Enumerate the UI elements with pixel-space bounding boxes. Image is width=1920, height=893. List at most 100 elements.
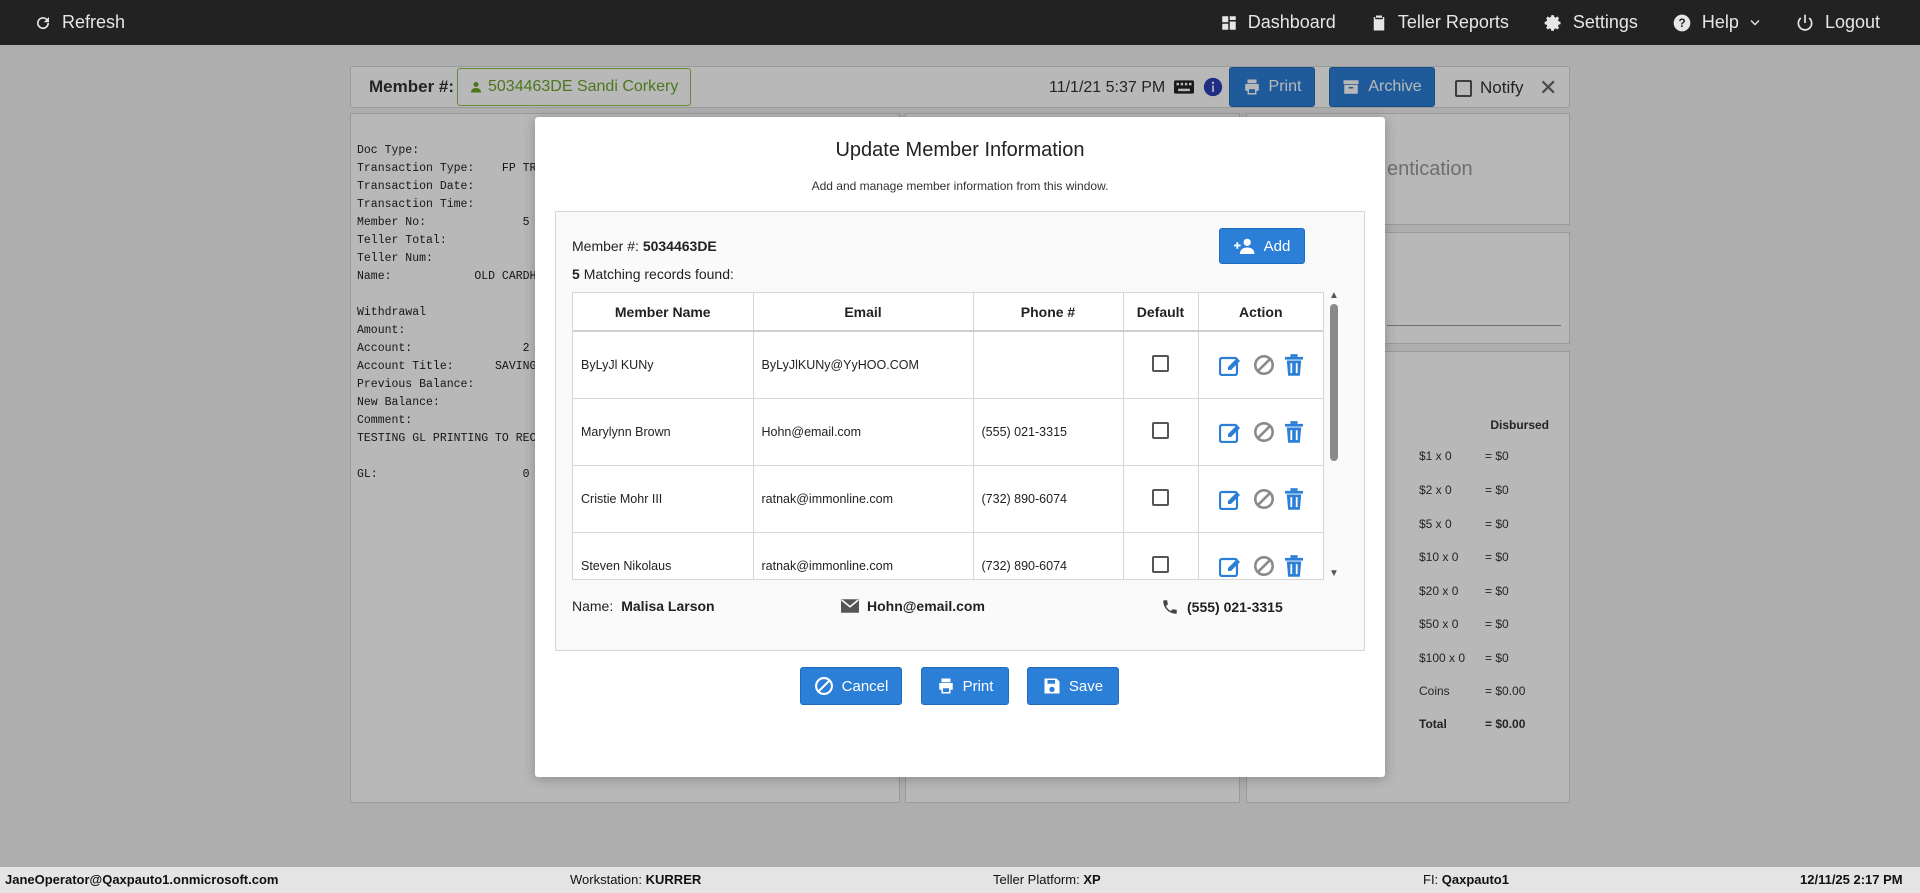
default-checkbox[interactable] [1152,354,1169,372]
records-table: Member Name Email Phone # Default Action… [573,293,1323,579]
cell-member-name: Cristie Mohr III [573,465,754,533]
table-row[interactable]: Cristie Mohr III ratnak@immonline.com (7… [573,465,1323,533]
help-circle-icon: ? [1673,14,1691,31]
member-number: Member #: 5034463DE [572,238,717,254]
edit-icon[interactable] [1218,421,1243,443]
help-menu[interactable]: ? Help [1672,12,1761,33]
power-icon [1797,14,1813,31]
column-header[interactable]: Action [1198,293,1323,332]
record-count-text: Matching records found: [583,266,734,282]
logout-link[interactable]: Logout [1795,12,1880,33]
settings-link[interactable]: Settings [1543,12,1638,33]
cancel-button[interactable]: Cancel [800,667,902,705]
cell-phone: (732) 890-6074 [973,465,1124,533]
record-count-value: 5 [572,266,580,282]
status-fi-value: Qaxpauto1 [1441,872,1509,887]
selected-name-label: Name: [572,598,614,614]
column-header[interactable]: Email [753,293,974,332]
cell-default [1123,398,1199,466]
table-row[interactable]: Steven Nikolaus ratnak@immonline.com (73… [573,532,1323,579]
top-navigation-bar: Refresh Dashboard Teller Reports Setting… [0,0,1920,45]
cell-member-name: Steven Nikolaus [573,532,754,579]
cell-default [1123,532,1199,579]
disable-icon[interactable] [1253,421,1275,443]
cell-email: ratnak@immonline.com [753,465,974,533]
status-platform-label: Teller Platform: [993,872,1080,887]
status-bar: JaneOperator@Qaxpauto1.onmicrosoft.com W… [0,867,1920,893]
member-records-panel: Member #: 5034463DE 5 Matching records f… [555,211,1365,651]
default-checkbox[interactable] [1152,555,1169,573]
cell-phone: (732) 890-6074 [973,532,1124,579]
cell-member-name: ByLyJl KUNy [573,331,754,399]
edit-icon[interactable] [1218,488,1243,510]
selected-phone-value: (555) 021-3315 [1187,599,1283,615]
table-row[interactable]: ByLyJl KUNy ByLyJlKUNy@YyHOO.COM [573,331,1323,399]
trash-icon[interactable] [1284,353,1303,376]
status-workstation: Workstation: KURRER [570,872,701,887]
trash-icon[interactable] [1284,554,1303,577]
cancel-label: Cancel [841,677,889,695]
printer-icon [938,678,953,694]
trash-icon[interactable] [1284,487,1303,510]
teller-reports-link[interactable]: Teller Reports [1370,12,1509,33]
default-checkbox[interactable] [1152,488,1169,506]
dashboard-link[interactable]: Dashboard [1220,12,1336,33]
refresh-label: Refresh [62,12,126,32]
save-button[interactable]: Save [1027,667,1119,705]
add-label: Add [1263,237,1291,255]
cell-action [1198,532,1323,579]
chevron-down-icon [1750,19,1760,25]
scroll-down-arrow[interactable]: ▼ [1329,568,1339,579]
dashboard-label: Dashboard [1247,12,1336,32]
cell-phone [973,331,1124,399]
cell-action [1198,398,1323,466]
clipboard-icon [1373,15,1385,30]
edit-icon[interactable] [1218,555,1243,577]
cell-phone: (555) 021-3315 [973,398,1124,466]
selected-phone: (555) 021-3315 [1161,598,1283,616]
edit-icon[interactable] [1218,354,1243,376]
cell-email: ByLyJlKUNy@YyHOO.COM [753,331,974,399]
dashboard-icon [1222,15,1236,30]
selected-name-value: Malisa Larson [621,598,715,614]
column-header[interactable]: Phone # [973,293,1124,332]
phone-icon [1163,600,1177,614]
trash-icon[interactable] [1284,420,1303,443]
refresh-button[interactable]: Refresh [34,12,125,33]
cell-email: Hohn@email.com [753,398,974,466]
selected-email: Hohn@email.com [841,598,985,614]
scrollbar-thumb[interactable] [1330,304,1338,461]
help-label: Help [1701,12,1739,32]
status-user-value: JaneOperator@Qaxpauto1.onmicrosoft.com [5,872,279,887]
cell-action [1198,465,1323,533]
disable-icon[interactable] [1253,354,1275,376]
dialog-print-button[interactable]: Print [921,667,1009,705]
status-workstation-value: KURRER [645,872,702,887]
dialog-subtitle: Add and manage member information from t… [811,179,1109,193]
refresh-icon [37,16,50,29]
teller-reports-label: Teller Reports [1397,12,1509,32]
records-table-container[interactable]: Member Name Email Phone # Default Action… [572,292,1324,580]
status-datetime-value: 12/11/25 2:17 PM [1800,872,1903,887]
column-header[interactable]: Default [1123,293,1199,332]
settings-label: Settings [1572,12,1638,32]
default-checkbox[interactable] [1152,421,1169,439]
update-member-dialog: Update Member Information Add and manage… [535,117,1385,777]
cell-default [1123,331,1199,399]
table-scrollbar[interactable]: ▲ ▼ [1328,290,1340,580]
member-number-label: Member #: [572,238,639,254]
add-member-button[interactable]: Add [1219,228,1305,264]
column-header[interactable]: Member Name [573,293,754,332]
user-plus-icon [1233,238,1255,254]
selected-email-value: Hohn@email.com [867,598,985,614]
scroll-up-arrow[interactable]: ▲ [1329,290,1339,301]
gear-icon [1544,14,1561,31]
cell-member-name: Marylynn Brown [573,398,754,466]
floppy-disk-icon [1044,678,1060,694]
disable-icon[interactable] [1253,488,1275,510]
status-platform-value: XP [1083,872,1101,887]
status-platform: Teller Platform: XP [993,872,1101,887]
table-row[interactable]: Marylynn Brown Hohn@email.com (555) 021-… [573,398,1323,466]
envelope-icon [841,599,859,613]
disable-icon[interactable] [1253,555,1275,577]
